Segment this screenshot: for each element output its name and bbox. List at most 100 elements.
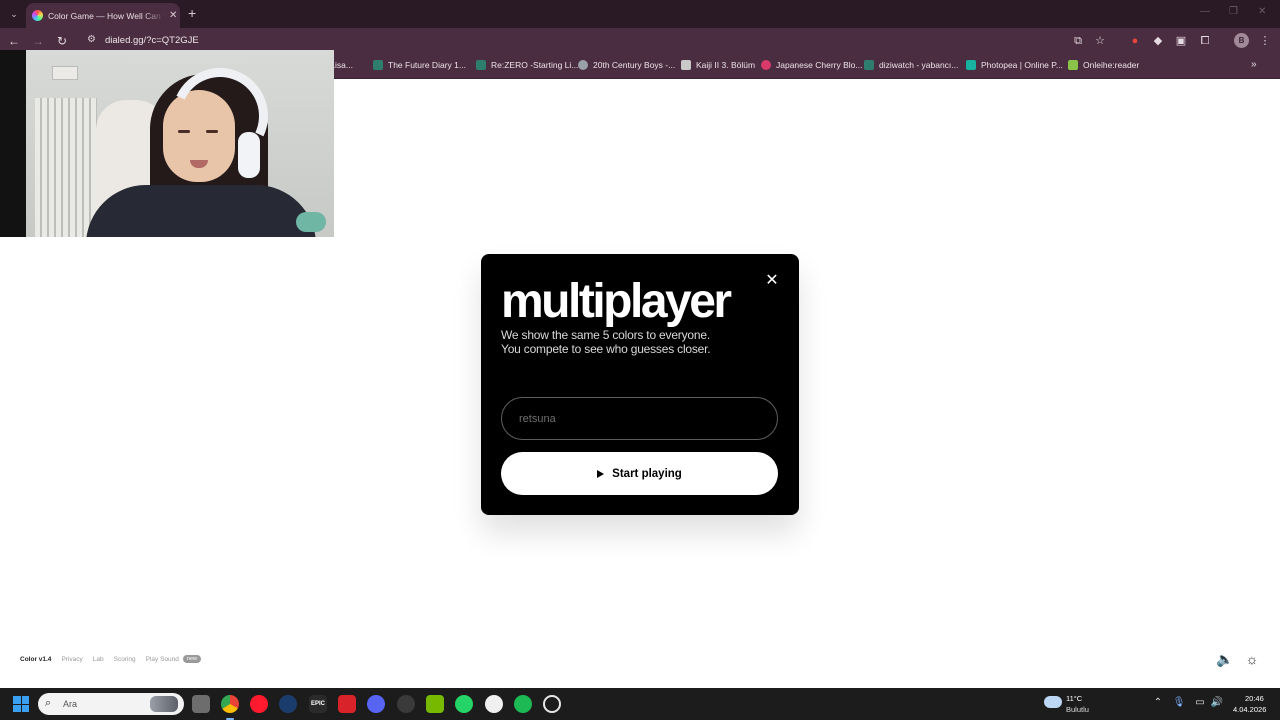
sound-toggle-icon[interactable]: 🔈 — [1216, 650, 1234, 668]
address-bar[interactable]: ⚙ dialed.gg/?c=QT2GJE — [80, 31, 1090, 51]
site-info-icon[interactable]: ⚙ — [87, 34, 96, 45]
webcam-headphone-earcup — [238, 132, 260, 178]
bookmark-favicon-icon — [476, 60, 486, 70]
nvidia-app-icon[interactable] — [426, 695, 444, 713]
play-icon — [597, 469, 605, 478]
clock-time[interactable]: 20:46 — [1245, 694, 1264, 703]
taskbar-search-placeholder: Ara — [63, 699, 78, 709]
footer-link-privacy[interactable]: Privacy — [61, 656, 82, 663]
bookmark-star-icon[interactable]: ☆ — [1092, 33, 1108, 49]
dialog-description-line: You compete to see who guesses closer. — [501, 342, 711, 356]
browser-tab-strip: ⌄ Color Game — How Well Can You See Colo… — [0, 0, 1280, 28]
panda-app-icon[interactable] — [485, 695, 503, 713]
opera-app-icon[interactable] — [250, 695, 268, 713]
search-icon: ⌕ — [45, 697, 52, 709]
dialog-description: We show the same 5 colors to everyone. Y… — [501, 328, 771, 356]
start-playing-label: Start playing — [612, 467, 682, 480]
install-app-icon[interactable]: ⧉ — [1070, 33, 1086, 49]
bookmark-item[interactable]: 20th Century Boys -... — [578, 60, 675, 70]
bookmark-favicon-icon — [864, 60, 874, 70]
microphone-icon[interactable]: 🎙 — [1172, 697, 1186, 708]
webcam-radiator — [35, 98, 97, 237]
tab-title: Color Game — How Well Can You See Color? — [48, 10, 166, 21]
game-app-icon[interactable] — [338, 695, 356, 713]
bookmark-label: Re:ZERO -Starting Li... — [491, 60, 579, 70]
profile-avatar[interactable]: B — [1234, 33, 1249, 48]
spotify-app-icon[interactable] — [514, 695, 532, 713]
close-window-icon[interactable]: ✕ — [1258, 6, 1266, 17]
close-icon[interactable]: ✕ — [764, 272, 780, 290]
page-footer: Color v1.4 Privacy Lab Scoring Play Soun… — [20, 655, 211, 663]
start-playing-button[interactable]: Start playing — [501, 452, 778, 495]
reload-icon[interactable]: ↻ — [54, 33, 70, 49]
network-icon[interactable]: ▭ — [1193, 697, 1207, 708]
bookmark-item[interactable]: Photopea | Online P... — [966, 60, 1063, 70]
extension-diamond-icon[interactable]: ◆ — [1150, 33, 1166, 49]
color-game-favicon-icon — [32, 10, 43, 21]
tab-search-icon[interactable]: ⌄ — [6, 6, 22, 22]
bookmark-item[interactable]: The Future Diary 1... — [373, 60, 466, 70]
address-url[interactable]: dialed.gg/?c=QT2GJE — [105, 35, 199, 46]
new-tab-icon[interactable]: + — [188, 5, 196, 21]
volume-icon[interactable]: 🔊 — [1210, 697, 1224, 708]
webcam-wall-box — [52, 66, 78, 80]
tray-overflow-chevron-icon[interactable]: ⌃ — [1151, 697, 1165, 708]
bookmark-label: 20th Century Boys -... — [593, 60, 676, 70]
epic-games-app-icon[interactable]: EPIC — [309, 695, 327, 713]
bookmark-item[interactable]: Onleihe:reader — [1068, 60, 1139, 70]
steam-app-icon[interactable] — [279, 695, 297, 713]
multiplayer-dialog: ✕ multiplayer We show the same 5 colors … — [481, 254, 799, 515]
footer-link-lab[interactable]: Lab — [93, 656, 104, 663]
minimize-window-icon[interactable]: — — [1200, 6, 1210, 17]
bookmark-label: Photopea | Online P... — [981, 60, 1063, 70]
dialog-title: multiplayer — [501, 275, 732, 328]
weather-condition[interactable]: Bulutlu — [1066, 705, 1089, 714]
dialog-description-line: We show the same 5 colors to everyone. — [501, 328, 710, 342]
bookmark-item[interactable]: diziwatch - yabancı... — [864, 60, 958, 70]
webcam-person-body — [86, 185, 316, 237]
bookmark-label: Kaiji II 3. Bölüm — [696, 60, 756, 70]
browser-tab-active[interactable]: Color Game — How Well Can You See Color?… — [26, 3, 180, 28]
bookmark-favicon-icon — [681, 60, 691, 70]
player-name-input[interactable] — [501, 397, 778, 440]
obs-app-icon[interactable] — [397, 695, 415, 713]
tab-close-icon[interactable]: ✕ — [169, 10, 177, 21]
bookmark-favicon-icon — [761, 60, 771, 70]
taskbar-search[interactable]: ⌕ Ara — [38, 693, 184, 715]
bookmark-label: The Future Diary 1... — [388, 60, 466, 70]
task-view-icon[interactable] — [192, 695, 210, 713]
chatgpt-app-icon[interactable] — [543, 695, 561, 713]
forward-arrow-icon[interactable]: → — [30, 33, 46, 49]
clock-date[interactable]: 4.04.2026 — [1233, 705, 1266, 714]
webcam-shadow — [0, 50, 26, 237]
bookmarks-overflow-icon[interactable]: » — [1251, 59, 1257, 70]
back-arrow-icon[interactable]: ← — [6, 33, 22, 49]
bookmark-item[interactable]: Re:ZERO -Starting Li... — [476, 60, 578, 70]
webcam-overlay — [0, 50, 334, 237]
extensions-puzzle-icon[interactable]: ⧠ — [1197, 33, 1213, 49]
bookmark-item[interactable]: Kaiji II 3. Bölüm — [681, 60, 755, 70]
extension-pocket-icon[interactable]: ▣ — [1173, 33, 1189, 49]
webcam-plant — [296, 212, 326, 232]
extension-lock-icon[interactable]: ● — [1127, 33, 1143, 49]
windows-start-icon[interactable] — [13, 696, 29, 712]
whatsapp-app-icon[interactable] — [455, 695, 473, 713]
bookmark-favicon-icon — [373, 60, 383, 70]
bookmark-favicon-icon — [578, 60, 588, 70]
version-label: Color v1.4 — [20, 655, 52, 663]
weather-temperature[interactable]: 11°C — [1066, 694, 1082, 703]
footer-link-scoring[interactable]: Scoring — [114, 656, 136, 663]
bookmark-favicon-icon — [1068, 60, 1078, 70]
footer-link-play-sound[interactable]: Play Sound — [146, 656, 179, 663]
maximize-window-icon[interactable]: ❐ — [1229, 6, 1238, 17]
theme-toggle-icon[interactable]: ☼ — [1243, 650, 1261, 668]
bookmark-label: diziwatch - yabancı... — [879, 60, 959, 70]
new-badge: new — [182, 655, 201, 663]
discord-app-icon[interactable] — [367, 695, 385, 713]
browser-menu-icon[interactable]: ⋮ — [1257, 33, 1273, 49]
search-highlight-image — [150, 696, 178, 712]
bookmark-label: Onleihe:reader — [1083, 60, 1140, 70]
bookmark-item[interactable]: Japanese Cherry Blo... — [761, 60, 862, 70]
chrome-app-icon[interactable] — [221, 695, 239, 713]
cloud-icon[interactable] — [1044, 696, 1062, 708]
